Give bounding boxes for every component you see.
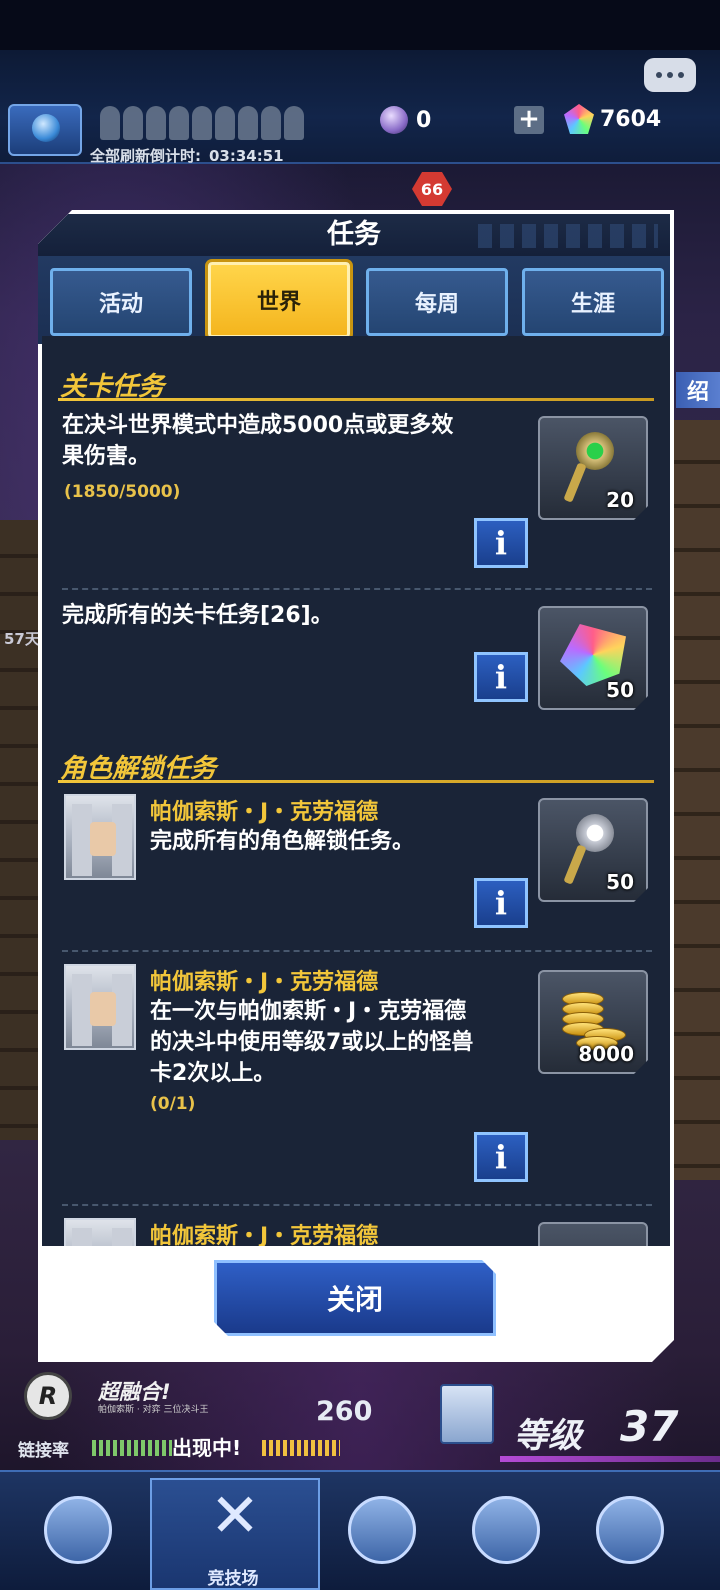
rank-logo: R <box>24 1372 72 1420</box>
info-button[interactable]: i <box>474 518 528 568</box>
reward-slot[interactable]: 8000 <box>538 970 648 1074</box>
background-building-right <box>672 420 720 1180</box>
appearing-label: 出现中! <box>172 1436 242 1460</box>
orb-currency: 0 <box>380 106 431 134</box>
info-button[interactable]: i <box>474 652 528 702</box>
task-divider <box>62 588 652 590</box>
gem-currency: 7604 <box>564 104 661 134</box>
refresh-time: 03:34:51 <box>209 147 284 165</box>
nav-shop[interactable] <box>326 1480 438 1580</box>
reward-count: 50 <box>606 678 634 702</box>
system-status-strip <box>0 0 720 50</box>
reward-slot[interactable] <box>538 1222 648 1246</box>
mission-dialog: 任务 活动 世界 每周 生涯 关卡任务 在决斗世界模式中造成5000点或更多效 … <box>38 210 674 1362</box>
reward-slot[interactable]: 50 <box>538 798 648 902</box>
close-button[interactable]: 关闭 <box>214 1260 496 1336</box>
section-divider <box>58 780 654 783</box>
reward-count: 20 <box>606 488 634 512</box>
refresh-label: 全部刷新倒计时: <box>90 147 201 165</box>
dialog-title: 任务 <box>327 219 381 250</box>
gold-coins-icon <box>562 986 626 1046</box>
world-orb-button[interactable] <box>8 104 82 156</box>
task-description: 在一次与帕伽索斯・J・克劳福德 的决斗中使用等级7或以上的怪兽 卡2次以上。 <box>150 999 474 1086</box>
cards-icon <box>472 1496 540 1564</box>
task-description: 完成所有的关卡任务[26]。 <box>62 603 333 628</box>
add-gems-button[interactable]: + <box>514 106 544 134</box>
info-button[interactable]: i <box>474 878 528 928</box>
cart-icon <box>348 1496 416 1564</box>
fusion-subtitle: 帕伽索斯 · 对弈 三位决斗王 <box>98 1405 209 1415</box>
character-portrait <box>64 1218 136 1246</box>
background-side-tab: 绍 <box>676 372 720 408</box>
task-progress: (1850/5000) <box>64 482 181 502</box>
character-name: 帕伽索斯・J・克劳福德 <box>150 970 379 995</box>
chat-icon[interactable] <box>644 58 696 92</box>
purple-orb-icon <box>380 106 408 134</box>
task-divider <box>62 950 652 952</box>
gem-count-value: 7604 <box>600 106 662 132</box>
refresh-countdown: 全部刷新倒计时: 03:34:51 <box>90 145 284 166</box>
level-label: 等级 <box>514 1416 582 1456</box>
crossed-swords-icon: ✕ <box>209 1481 261 1551</box>
tab-events[interactable]: 活动 <box>50 268 192 336</box>
nav-deck[interactable] <box>450 1480 562 1580</box>
task-progress: (0/1) <box>150 1094 196 1114</box>
tab-world[interactable]: 世界 <box>208 262 350 338</box>
character-portrait <box>64 794 136 880</box>
reward-count: 8000 <box>578 1042 634 1066</box>
duelist-icon <box>596 1496 664 1564</box>
background-building-left <box>0 520 38 1140</box>
section-divider <box>58 398 654 401</box>
tab-career[interactable]: 生涯 <box>522 268 664 336</box>
duelist-avatars <box>100 106 304 140</box>
task-description: 完成所有的角色解锁任务。 <box>150 829 415 854</box>
character-name: 帕伽索斯・J・克劳福德 <box>150 800 379 825</box>
globe-icon <box>32 114 60 142</box>
character-portrait <box>64 964 136 1050</box>
gem-icon <box>564 104 594 134</box>
level-bar <box>500 1456 720 1462</box>
orb-count-value: 0 <box>416 107 432 133</box>
reward-count: 50 <box>606 870 634 894</box>
level-value: 37 <box>620 1402 679 1451</box>
deck-icon[interactable] <box>440 1384 494 1444</box>
nav-arena-label: 竞技场 <box>207 1569 259 1589</box>
rainbow-gem-icon <box>560 624 626 686</box>
task-divider <box>62 1204 652 1206</box>
mission-list[interactable]: 关卡任务 在决斗世界模式中造成5000点或更多效 果伤害。 (1850/5000… <box>42 336 670 1246</box>
reward-slot[interactable]: 20 <box>538 416 648 520</box>
character-name: 帕伽索斯・J・克劳福德 <box>150 1224 379 1246</box>
gear-icon <box>44 1496 112 1564</box>
appearing-meter <box>262 1440 340 1456</box>
event-count: 260 <box>316 1396 373 1427</box>
nav-duelist[interactable] <box>574 1480 686 1580</box>
background-count-text: 57天 <box>4 630 40 648</box>
link-rate-meter <box>92 1440 172 1456</box>
task-description: 在决斗世界模式中造成5000点或更多效 果伤害。 <box>62 413 454 469</box>
link-rate-label: 链接率 <box>18 1441 69 1461</box>
nav-home[interactable] <box>22 1480 134 1580</box>
reward-slot[interactable]: 50 <box>538 606 648 710</box>
tab-weekly[interactable]: 每周 <box>366 268 508 336</box>
info-button[interactable]: i <box>474 1132 528 1182</box>
